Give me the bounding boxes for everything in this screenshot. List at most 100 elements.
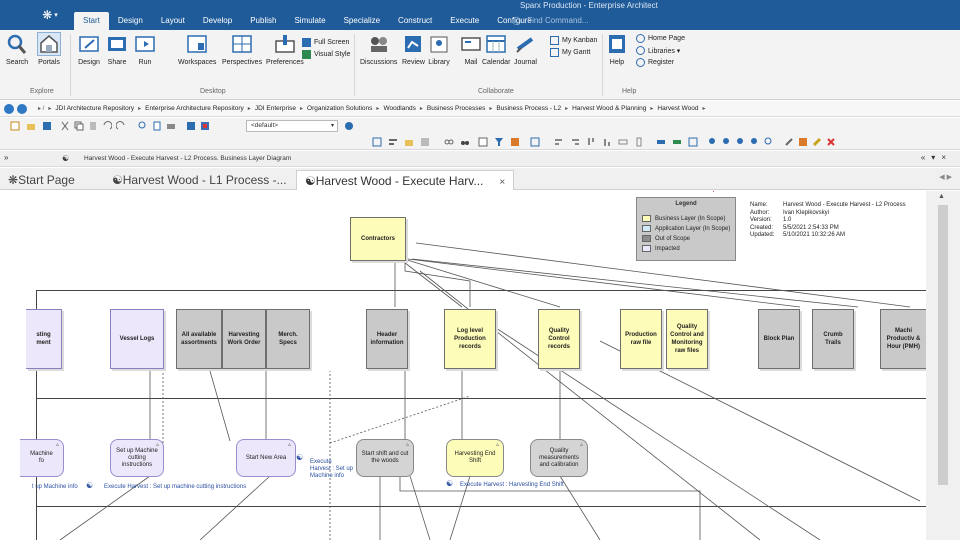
properties-icon[interactable] (478, 137, 488, 147)
back-icon[interactable] (4, 104, 14, 114)
perspectives-button[interactable]: Perspectives (222, 33, 262, 66)
node-data-object[interactable]: All available assortments (176, 309, 222, 369)
node-data-object[interactable]: sting ment (26, 309, 62, 369)
help-button[interactable]: Help (606, 33, 628, 66)
diagram-canvas[interactable]: Contractors sting ment Vessel Logs All a… (0, 191, 926, 540)
zoom-100-icon[interactable] (750, 137, 760, 147)
diagram-type-icon[interactable] (530, 137, 540, 147)
node-data-object[interactable]: Machi Productiv & Hour (PMH) (880, 309, 926, 369)
my-kanban-button[interactable]: My Kanban (550, 36, 597, 45)
activity-start-new-area[interactable]: Start New Area ▵ (236, 439, 296, 477)
zoom-fit-icon[interactable] (736, 137, 746, 147)
subprocess-link[interactable]: Execute Harvest : Set up machine cutting… (104, 484, 246, 490)
breadcrumb-item[interactable]: Harvest Wood (657, 105, 698, 112)
search-button[interactable]: Search (6, 33, 28, 66)
binoculars-icon[interactable] (460, 137, 470, 147)
node-data-object[interactable]: Merch. Specs (266, 309, 310, 369)
node-data-object[interactable]: Production raw file (620, 309, 662, 369)
zoom-page-icon[interactable] (764, 137, 774, 147)
node-contractors[interactable]: Contractors (350, 217, 406, 261)
image-icon[interactable] (186, 121, 196, 131)
pane-controls[interactable]: «▾× (921, 153, 952, 162)
node-data-object[interactable]: Log level Production records (444, 309, 496, 369)
breadcrumb-item[interactable]: JDI Architecture Repository (55, 105, 134, 112)
activity-quality-measurements[interactable]: Quality measurements and calibration ▵ (530, 439, 588, 477)
align-left-icon[interactable] (554, 137, 564, 147)
node-data-object[interactable]: Block Plan (758, 309, 800, 369)
layout-icon[interactable] (372, 137, 382, 147)
align-top-icon[interactable] (586, 137, 596, 147)
pattern-icon[interactable] (200, 121, 210, 131)
undo-icon[interactable] (102, 121, 112, 131)
tab-simulate[interactable]: Simulate (285, 12, 334, 30)
document-icon[interactable] (152, 121, 162, 131)
node-data-object[interactable]: Quality Control records (538, 309, 580, 369)
same-height-icon[interactable] (634, 137, 644, 147)
breadcrumb-item[interactable]: JDI Enterprise (255, 105, 296, 112)
tools-icon[interactable] (784, 137, 794, 147)
full-screen-button[interactable]: Full Screen (302, 38, 349, 47)
close-icon[interactable]: × (499, 177, 505, 188)
design-button[interactable]: Design (78, 33, 100, 66)
activity-setup-cutting[interactable]: Set up Machine cutting instructions ▵ (110, 439, 164, 477)
align-bottom-icon[interactable] (602, 137, 612, 147)
redo-icon[interactable] (116, 121, 126, 131)
node-data-object[interactable]: Crumb Trails (812, 309, 854, 369)
link-icon[interactable] (444, 137, 454, 147)
scroll-up-icon[interactable]: ▲ (938, 193, 945, 200)
legend[interactable]: Legend Business Layer (In Scope) Applica… (636, 197, 736, 261)
calendar-button[interactable]: Calendar (482, 33, 510, 66)
open-icon[interactable] (26, 121, 36, 131)
portals-button[interactable]: Portals (37, 32, 61, 66)
vertical-scrollbar[interactable]: ▲ (926, 191, 960, 540)
library-button[interactable]: Library (428, 33, 450, 66)
align-icon[interactable] (388, 137, 398, 147)
folder-icon[interactable] (404, 137, 414, 147)
visual-style-button[interactable]: Visual Style (302, 50, 350, 59)
mail-button[interactable]: Mail (460, 33, 482, 66)
breadcrumb-item[interactable]: Organization Solutions (307, 105, 372, 112)
breadcrumb-item[interactable]: Woodlands (383, 105, 415, 112)
workspaces-button[interactable]: Workspaces (178, 33, 216, 66)
tab-develop[interactable]: Develop (194, 12, 241, 30)
cut-icon[interactable] (60, 121, 70, 131)
double-chevron-icon[interactable]: » (4, 153, 8, 162)
activity-harvesting-end-shift[interactable]: Harvesting End Shift ▵ (446, 439, 504, 477)
node-data-object[interactable]: Vessel Logs (110, 309, 164, 369)
app-menu-button[interactable]: ❋ ▾ (30, 3, 70, 27)
find-command-input[interactable]: ◯ Find Command... (512, 14, 652, 28)
tab-construct[interactable]: Construct (389, 12, 441, 30)
tab-harvest-l1[interactable]: ☯Harvest Wood - L1 Process -... (112, 170, 287, 190)
discussions-button[interactable]: Discussions (360, 33, 397, 66)
breadcrumb-item[interactable]: Enterprise Architecture Repository (145, 105, 244, 112)
delete-icon[interactable] (826, 137, 836, 147)
zoom-in-icon[interactable] (708, 137, 718, 147)
brush-icon[interactable] (812, 137, 822, 147)
grid-icon[interactable] (420, 137, 430, 147)
bring-front-icon[interactable] (672, 137, 682, 147)
copy-icon[interactable] (74, 121, 84, 131)
grid-snap-icon[interactable] (688, 137, 698, 147)
home-page-button[interactable]: Home Page (636, 34, 685, 43)
breadcrumb-item[interactable]: Harvest Wood & Planning (572, 105, 646, 112)
same-width-icon[interactable] (618, 137, 628, 147)
print-icon[interactable] (166, 121, 176, 131)
activity-setup-machine-info[interactable]: Machine fo ▵ (20, 439, 64, 477)
tab-scroll-arrows[interactable]: ◀ ▶ (939, 173, 952, 181)
zoom-out-icon[interactable] (722, 137, 732, 147)
paste-icon[interactable] (88, 121, 98, 131)
tab-start-page[interactable]: ❋Start Page (8, 170, 75, 190)
theme-icon[interactable] (798, 137, 808, 147)
my-gantt-button[interactable]: My Gantt (550, 48, 590, 57)
register-button[interactable]: Register (636, 58, 674, 67)
tab-harvest-execute[interactable]: ☯Harvest Wood - Execute Harv... × (296, 170, 515, 190)
share-button[interactable]: Share (106, 33, 128, 66)
send-back-icon[interactable] (656, 137, 666, 147)
breadcrumb-item[interactable]: Business Process - L2 (496, 105, 561, 112)
node-data-object[interactable]: Header information (366, 309, 408, 369)
style-select[interactable]: <default> ▾ (246, 120, 338, 132)
node-data-object[interactable]: Harvesting Work Order (222, 309, 266, 369)
tab-execute[interactable]: Execute (441, 12, 488, 30)
preferences-button[interactable]: Preferences (266, 33, 304, 66)
filter-icon[interactable] (494, 137, 504, 147)
